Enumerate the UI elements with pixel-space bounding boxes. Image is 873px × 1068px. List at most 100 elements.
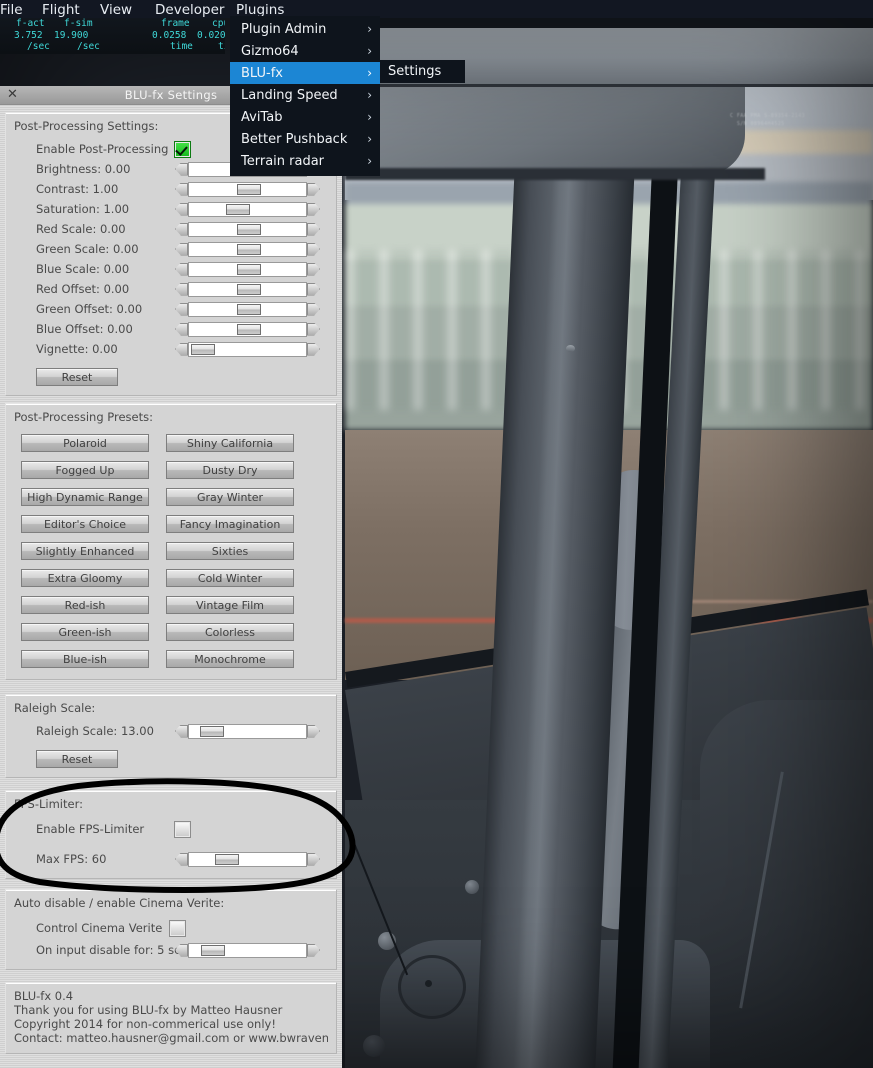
slider-track[interactable] [188, 281, 307, 297]
slider-decrement-arrow[interactable] [175, 342, 188, 356]
slider-thumb[interactable] [236, 303, 261, 315]
preset-gray-winter[interactable]: Gray Winter [166, 488, 294, 506]
preset-fogged-up[interactable]: Fogged Up [21, 461, 149, 479]
slider-increment-arrow[interactable] [307, 182, 320, 196]
preset-editors-choice[interactable]: Editor's Choice [21, 515, 149, 533]
green-scale-slider[interactable] [175, 241, 320, 257]
about-contact: Contact: matteo.hausner@gmail.com or www… [14, 1031, 328, 1045]
menu-landing-speed[interactable]: Landing Speed › [230, 84, 380, 106]
menu-better-pushback[interactable]: Better Pushback › [230, 128, 380, 150]
menu-item-flight[interactable]: Flight [42, 3, 80, 18]
menu-plugin-admin[interactable]: Plugin Admin › [230, 18, 380, 40]
preset-sixties[interactable]: Sixties [166, 542, 294, 560]
slider-thumb[interactable] [225, 203, 250, 215]
preset-dusty-dry[interactable]: Dusty Dry [166, 461, 294, 479]
slider-thumb[interactable] [214, 853, 239, 865]
control-cinema-verite-checkbox[interactable] [169, 919, 187, 937]
preset-extra-gloomy[interactable]: Extra Gloomy [21, 569, 149, 587]
post-processing-reset-button[interactable]: Reset [36, 368, 118, 386]
slider-track[interactable] [188, 723, 307, 739]
preset-cold-winter[interactable]: Cold Winter [166, 569, 294, 587]
slider-thumb[interactable] [199, 725, 224, 737]
preset-fancy-imagination[interactable]: Fancy Imagination [166, 515, 294, 533]
slider-thumb[interactable] [236, 283, 261, 295]
slider-decrement-arrow[interactable] [175, 242, 188, 256]
raleigh-scale-title: Raleigh Scale: [14, 701, 96, 715]
vignette-slider[interactable] [175, 341, 320, 357]
slider-decrement-arrow[interactable] [175, 202, 188, 216]
menu-item-file[interactable]: File [0, 3, 23, 18]
slider-increment-arrow[interactable] [307, 302, 320, 316]
slider-decrement-arrow[interactable] [175, 322, 188, 336]
preset-colorless[interactable]: Colorless [166, 623, 294, 641]
preset-slightly-enhanced[interactable]: Slightly Enhanced [21, 542, 149, 560]
blue-offset-slider[interactable] [175, 321, 320, 337]
preset-shiny-california[interactable]: Shiny California [166, 434, 294, 452]
brightness-label: Brightness: 0.00 [36, 162, 131, 176]
menu-item-view[interactable]: View [100, 3, 132, 18]
slider-increment-arrow[interactable] [307, 322, 320, 336]
slider-thumb[interactable] [236, 323, 261, 335]
max-fps-slider[interactable] [175, 851, 320, 867]
red-scale-slider[interactable] [175, 221, 320, 237]
slider-decrement-arrow[interactable] [175, 262, 188, 276]
enable-fps-limiter-checkbox[interactable] [174, 820, 191, 838]
menu-avitab[interactable]: AviTab › [230, 106, 380, 128]
slider-thumb[interactable] [236, 223, 261, 235]
submenu-settings[interactable]: Settings [380, 60, 465, 83]
blue-scale-slider[interactable] [175, 261, 320, 277]
chevron-right-icon: › [367, 132, 372, 146]
slider-increment-arrow[interactable] [307, 242, 320, 256]
slider-increment-arrow[interactable] [307, 282, 320, 296]
preset-red-ish[interactable]: Red-ish [21, 596, 149, 614]
slider-track[interactable] [188, 241, 307, 257]
preset-high-dynamic-range[interactable]: High Dynamic Range [21, 488, 149, 506]
preset-green-ish[interactable]: Green-ish [21, 623, 149, 641]
raleigh-reset-button[interactable]: Reset [36, 750, 118, 768]
slider-decrement-arrow[interactable] [175, 182, 188, 196]
slider-track[interactable] [188, 201, 307, 217]
slider-increment-arrow[interactable] [307, 852, 320, 866]
enable-post-processing-checkbox[interactable] [174, 140, 192, 158]
slider-track[interactable] [188, 181, 307, 197]
slider-decrement-arrow[interactable] [175, 302, 188, 316]
slider-decrement-arrow[interactable] [175, 222, 188, 236]
preset-blue-ish[interactable]: Blue-ish [21, 650, 149, 668]
menu-gizmo64[interactable]: Gizmo64 › [230, 40, 380, 62]
slider-decrement-arrow[interactable] [175, 282, 188, 296]
saturation-slider[interactable] [175, 201, 320, 217]
slider-thumb[interactable] [236, 263, 261, 275]
slider-increment-arrow[interactable] [307, 342, 320, 356]
red-offset-slider[interactable] [175, 281, 320, 297]
preset-polaroid[interactable]: Polaroid [21, 434, 149, 452]
slider-increment-arrow[interactable] [307, 724, 320, 738]
slider-increment-arrow[interactable] [307, 222, 320, 236]
preset-vintage-film[interactable]: Vintage Film [166, 596, 294, 614]
menu-terrain-radar[interactable]: Terrain radar › [230, 150, 380, 172]
slider-track[interactable] [188, 301, 307, 317]
contrast-slider[interactable] [175, 181, 320, 197]
raleigh-scale-slider[interactable] [175, 723, 320, 739]
slider-track[interactable] [188, 221, 307, 237]
menu-item-developer[interactable]: Developer [155, 3, 224, 18]
slider-thumb[interactable] [191, 343, 215, 355]
slider-track[interactable] [188, 851, 307, 867]
slider-track[interactable] [188, 341, 307, 357]
slider-decrement-arrow[interactable] [175, 162, 188, 176]
green-offset-slider[interactable] [175, 301, 320, 317]
input-disable-slider[interactable] [175, 942, 320, 958]
slider-increment-arrow[interactable] [307, 202, 320, 216]
slider-thumb[interactable] [200, 944, 225, 956]
menu-blu-fx[interactable]: BLU-fx › [230, 62, 380, 84]
slider-decrement-arrow[interactable] [175, 724, 188, 738]
slider-thumb[interactable] [236, 243, 261, 255]
slider-track[interactable] [188, 942, 307, 958]
slider-increment-arrow[interactable] [307, 262, 320, 276]
slider-thumb[interactable] [236, 183, 261, 195]
slider-track[interactable] [188, 321, 307, 337]
slider-increment-arrow[interactable] [307, 943, 320, 957]
preset-monochrome[interactable]: Monochrome [166, 650, 294, 668]
slider-decrement-arrow[interactable] [175, 943, 188, 957]
slider-decrement-arrow[interactable] [175, 852, 188, 866]
slider-track[interactable] [188, 261, 307, 277]
